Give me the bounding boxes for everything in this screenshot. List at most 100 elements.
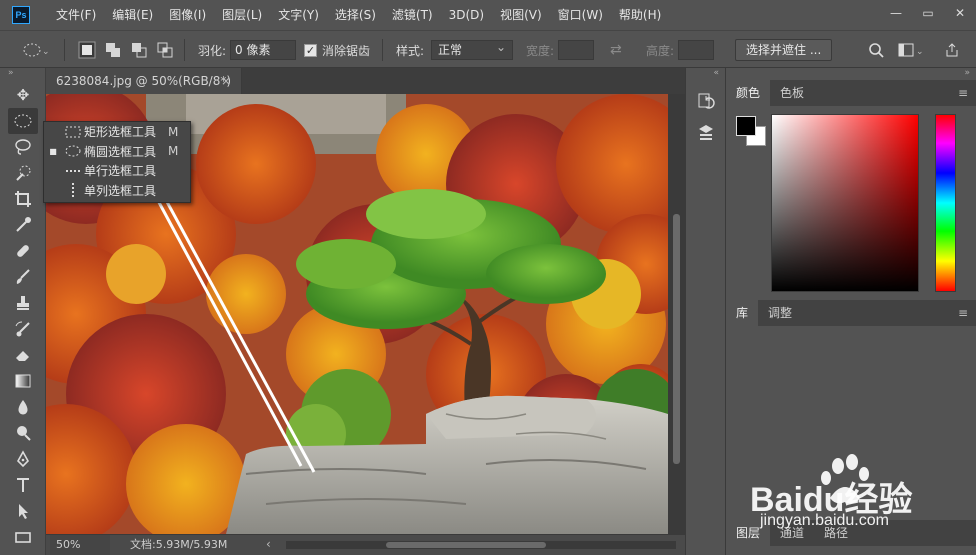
horizontal-scrollbar[interactable] — [286, 541, 676, 549]
foreground-color-swatch[interactable] — [736, 116, 756, 136]
rectangle-marquee-menu-item[interactable]: 矩形选框工具 M — [44, 122, 190, 142]
menu-help[interactable]: 帮助(H) — [611, 0, 669, 30]
lasso-tool-icon[interactable] — [8, 134, 38, 160]
select-and-mask-button[interactable]: 选择并遮住 ... — [735, 39, 833, 61]
crop-tool-icon[interactable] — [8, 186, 38, 212]
pen-tool-icon[interactable] — [8, 446, 38, 472]
horizontal-scroll-thumb[interactable] — [386, 542, 546, 548]
feather-input[interactable]: 0 像素 — [230, 40, 296, 60]
close-tab-icon[interactable]: × — [221, 68, 231, 94]
tab-swatches[interactable]: 色板 — [770, 80, 814, 106]
intersect-selection-button[interactable] — [156, 31, 174, 69]
path-selection-tool-icon[interactable] — [8, 498, 38, 524]
menu-bar: Ps 文件(F) 编辑(E) 图像(I) 图层(L) 文字(Y) 选择(S) 滤… — [0, 0, 976, 30]
width-input[interactable] — [558, 40, 594, 60]
height-label: 高度: — [646, 43, 675, 58]
menu-view[interactable]: 视图(V) — [492, 0, 550, 30]
photoshop-logo-icon: Ps — [12, 6, 30, 24]
eyedropper-tool-icon[interactable] — [8, 212, 38, 238]
add-selection-button[interactable] — [104, 31, 122, 69]
history-brush-tool-icon[interactable] — [8, 316, 38, 342]
menu-filter[interactable]: 滤镜(T) — [384, 0, 441, 30]
menu-file[interactable]: 文件(F) — [48, 0, 104, 30]
baidu-watermark: Baidu经验 jingyan.baidu.com — [730, 440, 970, 540]
single-row-marquee-menu-item[interactable]: 单行选框工具 — [44, 161, 190, 181]
minimize-icon[interactable]: — — [880, 0, 912, 26]
single-row-marquee-icon — [66, 169, 80, 172]
marquee-tool-icon[interactable] — [8, 108, 38, 134]
checkmark-icon: ✓ — [304, 43, 317, 57]
move-tool-icon[interactable]: ✥ — [8, 82, 38, 108]
height-input[interactable] — [678, 40, 714, 60]
brush-tool-icon[interactable] — [8, 264, 38, 290]
menu-window[interactable]: 窗口(W) — [550, 0, 611, 30]
vertical-scroll-thumb[interactable] — [673, 214, 680, 464]
clone-stamp-tool-icon[interactable] — [8, 290, 38, 316]
eraser-tool-icon[interactable] — [8, 342, 38, 368]
new-selection-button[interactable] — [78, 31, 96, 69]
options-bar: ⌄ 羽化: 0 像素 ✓ 消除锯齿 样式: 正常 宽度: ⇄ 高度: 选择并遮住… — [0, 30, 976, 68]
subtract-selection-button[interactable] — [130, 31, 148, 69]
panel-menu-icon[interactable]: ≡ — [958, 300, 968, 326]
collapse-toolbar-icon[interactable]: » — [0, 68, 45, 82]
tab-strip — [242, 68, 685, 94]
antialias-checkbox[interactable]: ✓ 消除锯齿 — [304, 31, 370, 69]
feather-label: 羽化: — [198, 43, 227, 58]
ellipse-marquee-icon: ⌄ — [23, 43, 50, 57]
tab-color[interactable]: 颜色 — [726, 80, 771, 106]
dodge-tool-icon[interactable] — [8, 420, 38, 446]
add-selection-icon — [106, 43, 120, 57]
tab-libraries[interactable]: 库 — [726, 300, 759, 326]
watermark-url: jingyan.baidu.com — [760, 512, 889, 529]
svg-text:⌄: ⌄ — [916, 47, 924, 57]
style-label: 样式: — [396, 43, 425, 58]
panel-menu-icon[interactable]: ≡ — [958, 80, 968, 106]
zoom-field[interactable]: 50% — [50, 535, 110, 555]
quick-selection-tool-icon[interactable] — [8, 160, 38, 186]
menu-edit[interactable]: 编辑(E) — [104, 0, 161, 30]
document-info[interactable]: 文档:5.93M/5.93M — [130, 535, 227, 555]
antialias-label: 消除锯齿 — [322, 43, 371, 58]
tool-preset-picker[interactable]: ⌄ — [22, 31, 50, 69]
share-icon[interactable] — [944, 42, 960, 58]
type-tool-icon[interactable] — [8, 472, 38, 498]
style-select[interactable]: 正常 — [431, 38, 513, 60]
menu-3d[interactable]: 3D(D) — [441, 0, 492, 30]
ellipse-marquee-icon — [65, 145, 81, 157]
history-panel-icon[interactable] — [692, 88, 720, 114]
menu-layer[interactable]: 图层(L) — [214, 0, 270, 30]
svg-text:⌄: ⌄ — [42, 47, 50, 57]
workspace-icon[interactable]: ⌄ — [898, 42, 924, 58]
search-icon[interactable] — [868, 42, 884, 58]
single-column-marquee-icon — [72, 183, 74, 198]
library-panel-tabs: 库 调整 ≡ — [726, 300, 976, 326]
tab-adjustments[interactable]: 调整 — [758, 300, 802, 326]
healing-brush-tool-icon[interactable] — [8, 238, 38, 264]
menu-image[interactable]: 图像(I) — [161, 0, 214, 30]
menu-select[interactable]: 选择(S) — [327, 0, 384, 30]
menu-type[interactable]: 文字(Y) — [270, 0, 327, 30]
hue-slider[interactable] — [935, 114, 956, 292]
ellipse-marquee-menu-item[interactable]: ■ 椭圆选框工具 M — [44, 142, 190, 162]
subtract-selection-icon — [132, 43, 147, 58]
close-window-icon[interactable]: ✕ — [944, 0, 976, 26]
scroll-left-icon[interactable]: ‹ — [266, 537, 271, 551]
single-column-marquee-menu-item[interactable]: 单列选框工具 — [44, 181, 190, 201]
rectangle-marquee-icon — [65, 126, 81, 138]
status-bar: 50% 文档:5.93M/5.93M ‹ — [46, 534, 685, 555]
expand-panels-icon[interactable]: « — [686, 68, 725, 82]
rectangle-tool-icon[interactable] — [8, 524, 38, 550]
blur-tool-icon[interactable] — [8, 394, 38, 420]
collapse-right-panels-icon[interactable]: » — [726, 68, 976, 80]
gradient-tool-icon[interactable] — [8, 368, 38, 394]
properties-panel-icon[interactable] — [692, 120, 720, 146]
color-field[interactable] — [771, 114, 919, 292]
selected-bullet-icon: ■ — [49, 146, 57, 156]
vertical-scrollbar[interactable] — [668, 94, 685, 534]
document-title: 6238084.jpg @ 50%(RGB/8*) — [56, 74, 232, 88]
new-selection-icon — [78, 41, 96, 59]
tools-panel: » ✥ — [0, 68, 46, 555]
restore-icon[interactable]: ▭ — [912, 0, 944, 26]
swap-icon[interactable]: ⇄ — [610, 42, 622, 58]
document-tab[interactable]: 6238084.jpg @ 50%(RGB/8*) × — [46, 68, 242, 94]
